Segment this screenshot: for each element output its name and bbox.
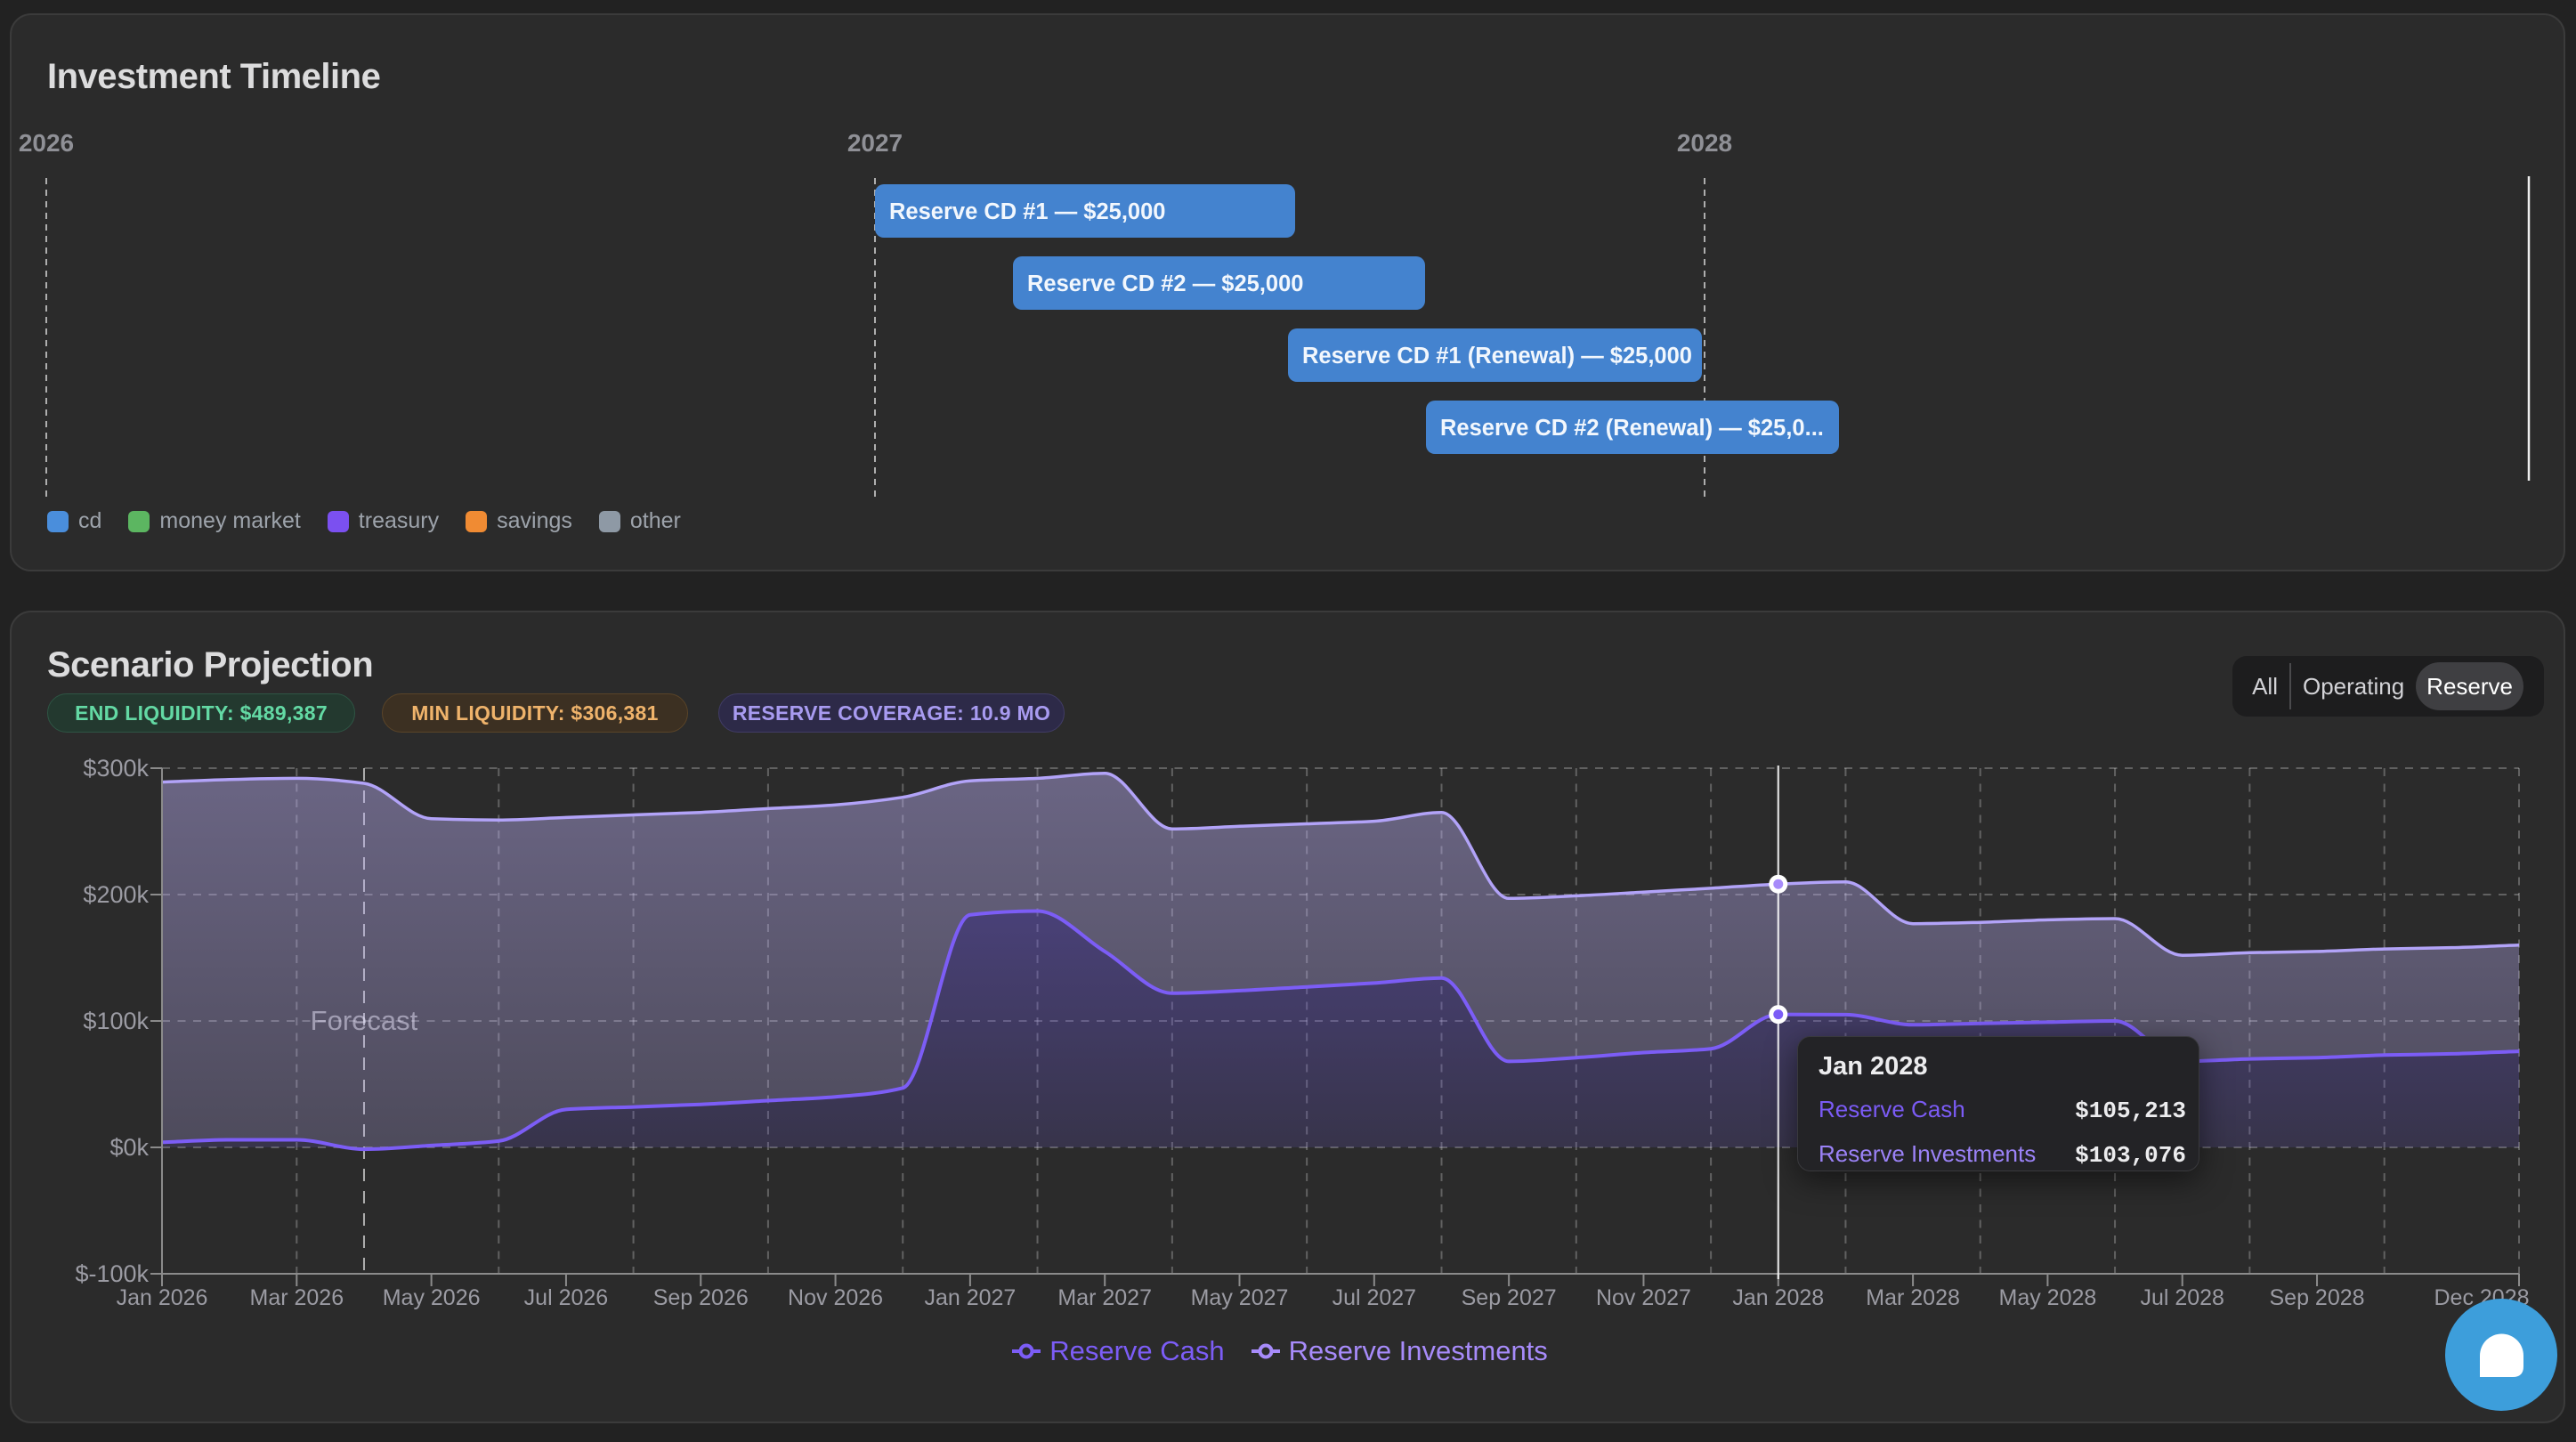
svg-text:May 2026: May 2026 xyxy=(383,1285,481,1310)
svg-text:Sep 2026: Sep 2026 xyxy=(653,1285,749,1310)
svg-text:Jan 2027: Jan 2027 xyxy=(924,1285,1016,1310)
svg-text:Reserve CD #2 — $25,000: Reserve CD #2 — $25,000 xyxy=(1027,271,1303,296)
svg-text:Mar 2027: Mar 2027 xyxy=(1057,1285,1152,1310)
svg-text:Nov 2026: Nov 2026 xyxy=(788,1285,883,1310)
svg-text:$-100k: $-100k xyxy=(75,1260,149,1287)
svg-text:Sep 2027: Sep 2027 xyxy=(1462,1285,1557,1310)
svg-text:Reserve CD #2 (Renewal) — $25,: Reserve CD #2 (Renewal) — $25,0... xyxy=(1440,416,1824,441)
svg-text:Reserve CD #1 — $25,000: Reserve CD #1 — $25,000 xyxy=(889,199,1165,224)
svg-text:2026: 2026 xyxy=(19,129,74,157)
svg-text:Jan 2028: Jan 2028 xyxy=(1732,1285,1824,1310)
svg-text:2028: 2028 xyxy=(1677,129,1732,157)
svg-text:Reserve CD #1 (Renewal) — $25,: Reserve CD #1 (Renewal) — $25,000 xyxy=(1302,344,1692,369)
svg-text:2027: 2027 xyxy=(847,129,903,157)
svg-text:Nov 2027: Nov 2027 xyxy=(1596,1285,1691,1310)
svg-text:Jul 2026: Jul 2026 xyxy=(524,1285,609,1310)
svg-text:Jul 2028: Jul 2028 xyxy=(2140,1285,2224,1310)
svg-text:Mar 2028: Mar 2028 xyxy=(1866,1285,1960,1310)
svg-text:Jul 2027: Jul 2027 xyxy=(1333,1285,1417,1310)
svg-text:Jan 2026: Jan 2026 xyxy=(117,1285,208,1310)
svg-text:$300k: $300k xyxy=(83,755,149,782)
svg-text:$0k: $0k xyxy=(109,1134,149,1161)
svg-text:Sep 2028: Sep 2028 xyxy=(2270,1285,2365,1310)
svg-text:$200k: $200k xyxy=(83,881,149,908)
svg-text:$100k: $100k xyxy=(83,1008,149,1034)
svg-text:May 2028: May 2028 xyxy=(1999,1285,2097,1310)
svg-text:May 2027: May 2027 xyxy=(1191,1285,1289,1310)
svg-text:Mar 2026: Mar 2026 xyxy=(250,1285,344,1310)
